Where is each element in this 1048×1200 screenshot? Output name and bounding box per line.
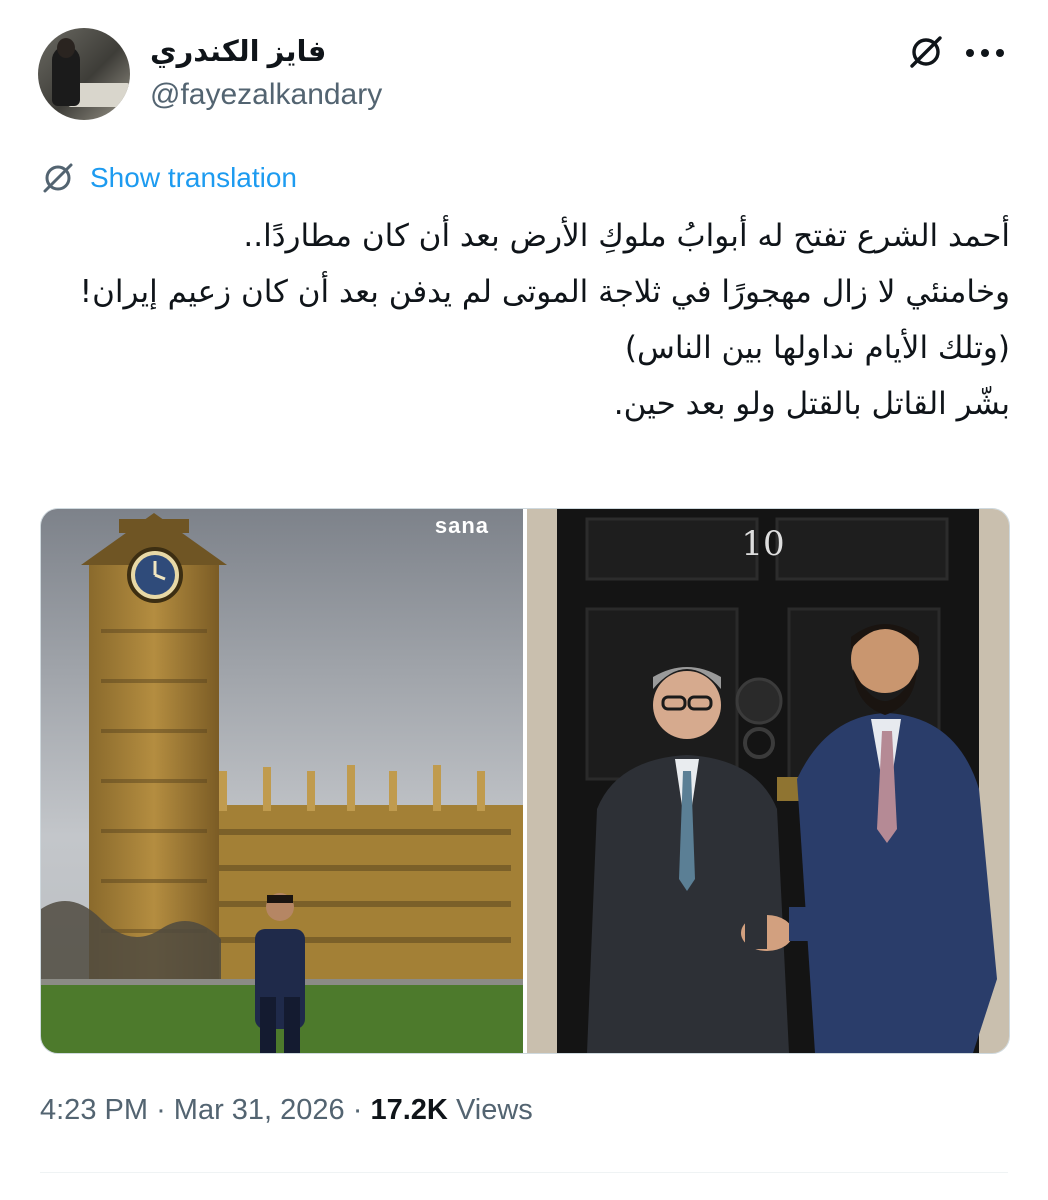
show-translation-link[interactable]: Show translation: [90, 162, 297, 194]
big-ben-illustration: [41, 509, 523, 1053]
author-avatar[interactable]: [38, 28, 130, 120]
views-label: Views: [455, 1094, 533, 1126]
tweet-date[interactable]: Mar 31, 2026: [174, 1094, 345, 1126]
views-count[interactable]: 17.2K: [370, 1094, 447, 1126]
sana-watermark: sana: [434, 513, 489, 538]
tweet-text: أحمد الشرع تفتح له أبوابُ ملوكِ الأرض بع…: [30, 208, 1010, 432]
more-dot: [966, 49, 974, 57]
grok-icon[interactable]: [906, 32, 946, 72]
more-dot: [996, 49, 1004, 57]
author-handle[interactable]: @fayezalkandary: [150, 78, 382, 112]
photo-big-ben[interactable]: sana: [41, 509, 523, 1053]
tweet-line: أحمد الشرع تفتح له أبوابُ ملوكِ الأرض بع…: [243, 218, 1010, 254]
photo-handshake[interactable]: 10: [527, 509, 1009, 1053]
tweet-line: بشّر القاتل بالقتل ولو بعد حين.: [613, 386, 1010, 422]
meta-separator: ·: [156, 1094, 166, 1126]
tweet-line: وخامنئي لا زال مهجورًا في ثلاجة الموتى ل…: [79, 274, 1010, 310]
more-dot: [981, 49, 989, 57]
translation-row: Show translation: [40, 158, 297, 198]
more-icon[interactable]: [966, 48, 1008, 58]
avatar-head: [57, 38, 75, 58]
meta-separator: ·: [352, 1094, 363, 1126]
handshake-illustration: 10: [527, 509, 1009, 1053]
tweet-line: (وتلك الأيام نداولها بين الناس): [624, 330, 1010, 366]
divider: [40, 1172, 1008, 1173]
media-grid: sana 10: [40, 508, 1010, 1054]
tweet-timestamp[interactable]: 4:23 PM · Mar 31, 2026 · 17.2K Views: [40, 1094, 533, 1127]
translate-icon: [43, 163, 73, 193]
author-display-name[interactable]: فايز الكندري: [150, 34, 326, 69]
tweet-time[interactable]: 4:23 PM: [40, 1094, 148, 1126]
svg-text:10: 10: [741, 524, 784, 564]
